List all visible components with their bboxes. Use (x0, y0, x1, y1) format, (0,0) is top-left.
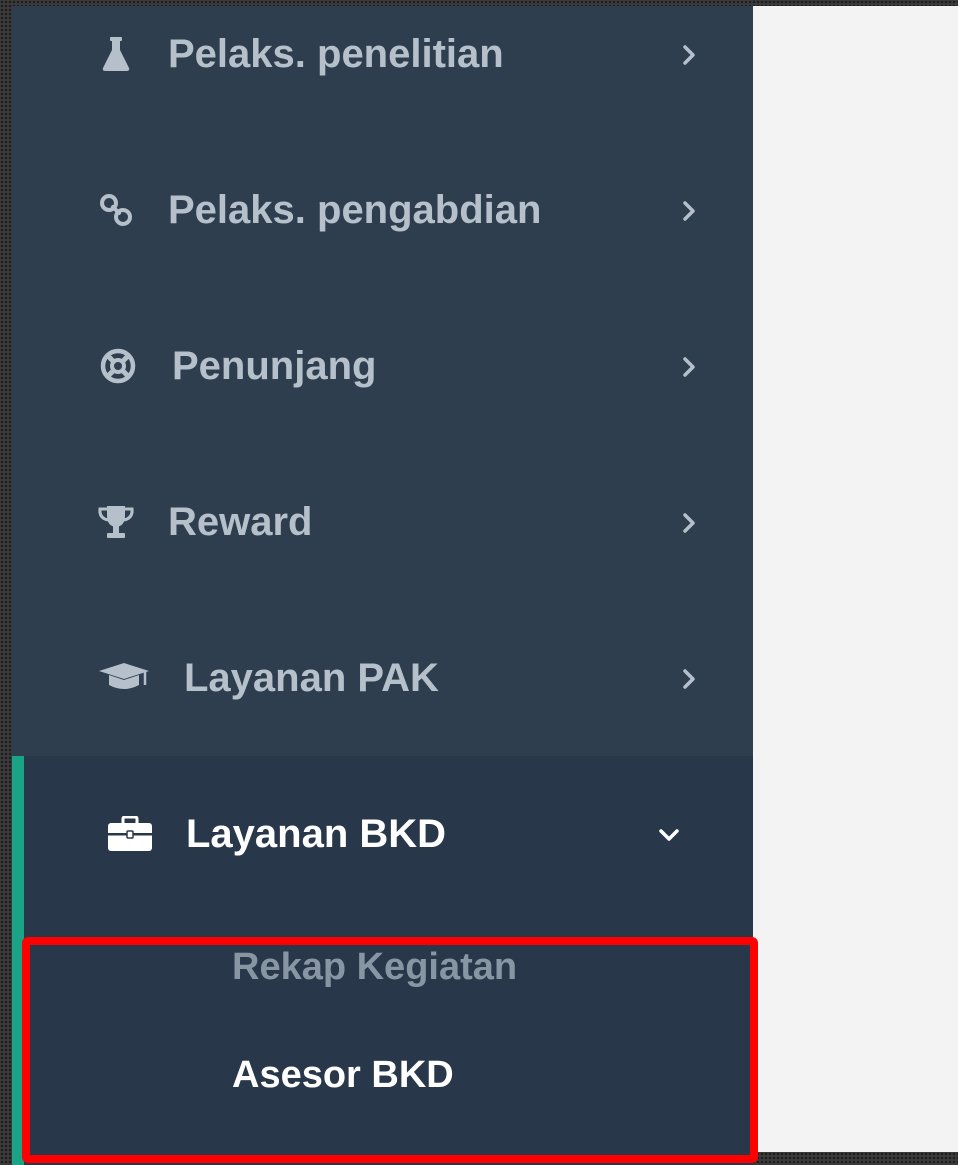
sidebar-item-label: Penunjang (172, 344, 377, 388)
graduation-cap-icon (96, 658, 152, 698)
sidebar-item-layanan-bkd[interactable]: Layanan BKD (12, 802, 753, 866)
sidebar-item-label: Layanan PAK (184, 656, 439, 700)
life-ring-icon (96, 346, 140, 386)
trophy-icon (94, 502, 138, 542)
chevron-down-icon (652, 818, 686, 852)
chevron-right-icon (672, 662, 706, 696)
chevron-right-icon (672, 506, 706, 540)
chevron-right-icon (672, 350, 706, 384)
flask-icon (94, 34, 138, 74)
main-content-area (753, 6, 958, 1152)
link-icon (94, 190, 138, 230)
sidebar-item-penunjang[interactable]: Penunjang (12, 334, 753, 398)
sidebar-item-label: Layanan BKD (186, 812, 447, 856)
highlight-annotation-box (22, 937, 758, 1163)
briefcase-icon (106, 814, 154, 854)
sidebar-item-label: Reward (168, 500, 313, 544)
sidebar-item-pelaks-penelitian[interactable]: Pelaks. penelitian (12, 22, 753, 86)
chevron-right-icon (672, 194, 706, 228)
sidebar-item-pelaks-pengabdian[interactable]: Pelaks. pengabdian (12, 178, 753, 242)
sidebar-item-layanan-pak[interactable]: Layanan PAK (12, 646, 753, 710)
chevron-right-icon (672, 38, 706, 72)
sidebar-item-reward[interactable]: Reward (12, 490, 753, 554)
sidebar-item-label: Pelaks. penelitian (168, 32, 504, 76)
sidebar-item-label: Pelaks. pengabdian (168, 188, 542, 232)
